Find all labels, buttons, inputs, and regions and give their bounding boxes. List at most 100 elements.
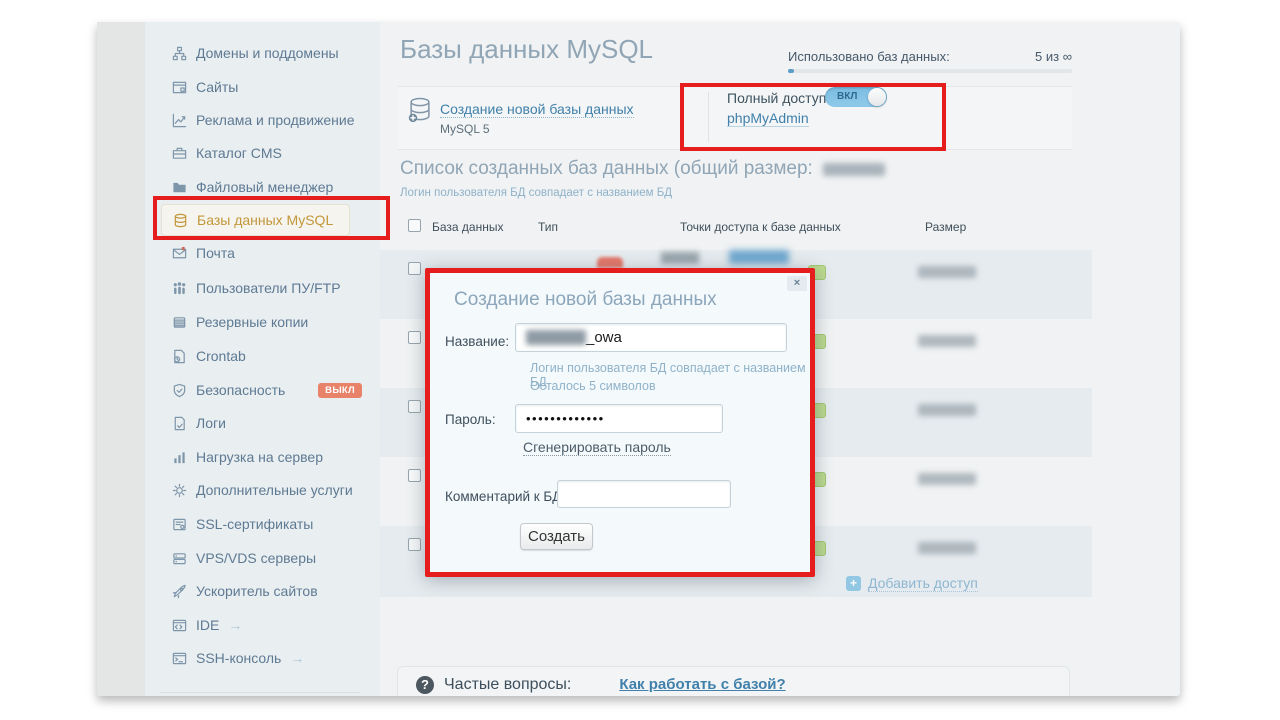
sidebar-item-domains[interactable]: Домены и поддомены [172, 40, 368, 66]
faq-panel: ? Частые вопросы: Как работать с базой? [397, 666, 1070, 696]
sidebar-item-backups[interactable]: Резервные копии [172, 309, 368, 335]
name-note-2: Осталось 5 символов [530, 379, 656, 393]
sidebar-item-label: Дополнительные услуги [196, 482, 353, 498]
blurred-db-size [918, 335, 976, 347]
shield-icon [172, 383, 196, 398]
create-button[interactable]: Создать [520, 523, 593, 550]
table-header-row: База данных Тип Точки доступа к базе дан… [380, 217, 1092, 243]
plus-icon: + [846, 576, 861, 591]
row-checkbox[interactable] [408, 400, 421, 413]
question-icon: ? [416, 676, 434, 694]
blurred-db-size [918, 266, 976, 278]
create-database-link[interactable]: Создание новой базы данных [440, 101, 634, 118]
mail-icon [172, 246, 196, 261]
comment-input[interactable] [557, 480, 731, 508]
bar-chart-icon [172, 450, 196, 465]
blurred-db-size [918, 542, 976, 554]
gear-icon [172, 483, 196, 498]
sidebar-item-label: Безопасность [196, 382, 285, 398]
password-masked-value: ••••••••••••• [526, 411, 605, 426]
password-input[interactable]: ••••••••••••• [515, 404, 723, 433]
create-database-modal: × Создание новой базы данных Название: _… [425, 268, 815, 577]
sidebar-item-label: VPS/VDS серверы [196, 550, 316, 566]
sidebar-item-label: Логи [196, 415, 226, 431]
external-arrow-icon: → [228, 617, 242, 633]
sidebar-item-security[interactable]: Безопасность ВЫКЛ [172, 377, 368, 403]
page-title: Базы данных MySQL [400, 34, 653, 65]
modal-title: Создание новой базы данных [454, 289, 717, 311]
comment-label: Комментарий к БД: [445, 489, 565, 504]
document-clock-icon [172, 349, 196, 364]
blurred-db-size [918, 473, 976, 485]
sidebar-item-label: Реклама и продвижение [196, 112, 355, 128]
faq-how-to-link[interactable]: Как работать с базой? [619, 676, 785, 693]
row-checkbox[interactable] [408, 331, 421, 344]
sidebar-item-crontab[interactable]: Crontab [172, 343, 368, 369]
browser-icon [172, 80, 196, 95]
column-header-size: Размер [925, 220, 966, 234]
control-panel-app: Домены и поддомены Сайты Реклама и продв… [97, 22, 1180, 696]
mysql-version-label: MySQL 5 [440, 122, 490, 136]
briefcase-icon [172, 146, 196, 161]
close-icon[interactable]: × [787, 276, 807, 291]
add-access-link[interactable]: + Добавить доступ [846, 575, 978, 592]
column-header-type: Тип [538, 220, 558, 234]
list-heading-text: Список созданных баз данных (общий разме… [400, 158, 813, 180]
blurred-db-size [918, 404, 976, 416]
select-all-checkbox[interactable] [408, 219, 421, 232]
sidebar-item-extra-services[interactable]: Дополнительные услуги [172, 477, 368, 503]
folder-icon [172, 180, 196, 195]
sidebar-item-label: Резервные копии [196, 314, 308, 330]
sidebar-item-file-manager[interactable]: Файловый менеджер [172, 174, 368, 200]
phpmyadmin-access-toggle[interactable]: вкл [825, 87, 887, 107]
generate-password-link[interactable]: Сгенерировать пароль [523, 439, 671, 456]
sidebar-item-label: Пользователи ПУ/FTP [196, 280, 341, 296]
panel-divider [708, 92, 709, 142]
sidebar-item-logs[interactable]: Логи [172, 410, 368, 436]
terminal-icon [172, 651, 196, 666]
sidebar-item-label: SSH-консоль [196, 650, 281, 666]
sidebar-item-mysql-databases[interactable]: Базы данных MySQL [161, 204, 350, 236]
sidebar-item-ssh-console[interactable]: SSH-консоль → [172, 645, 368, 671]
sidebar-divider [160, 692, 360, 693]
sidebar-item-label: Нагрузка на сервер [196, 449, 323, 465]
row-checkbox[interactable] [408, 538, 421, 551]
users-icon [172, 281, 196, 296]
sidebar-item-cms[interactable]: Каталог CMS [172, 140, 368, 166]
usage-progress-bar [788, 69, 1072, 73]
sitemap-icon [172, 46, 196, 61]
sidebar-item-label: Каталог CMS [196, 145, 282, 161]
phpmyadmin-link[interactable]: phpMyAdmin [727, 110, 809, 127]
sidebar-item-users-ftp[interactable]: Пользователи ПУ/FTP [172, 275, 368, 301]
sidebar-item-label: IDE [196, 617, 219, 633]
archive-icon [172, 315, 196, 330]
column-header-access-points: Точки доступа к базе данных [680, 220, 841, 234]
toggle-knob [868, 88, 886, 106]
sidebar-item-label: Ускоритель сайтов [196, 583, 318, 599]
sidebar-item-mail[interactable]: Почта [172, 240, 368, 266]
sidebar-item-ads[interactable]: Реклама и продвижение [172, 107, 368, 133]
sidebar-item-ide[interactable]: IDE → [172, 612, 368, 638]
sidebar-item-server-load[interactable]: Нагрузка на сервер [172, 444, 368, 470]
code-window-icon [172, 618, 196, 633]
sidebar-item-label: Сайты [196, 79, 238, 95]
database-add-icon [406, 96, 434, 129]
name-label: Название: [445, 334, 509, 349]
usage-progress-fill [788, 69, 794, 73]
blurred-db-name [661, 252, 699, 264]
name-value-suffix: _owa [586, 329, 622, 346]
sidebar-item-vps[interactable]: VPS/VDS серверы [172, 545, 368, 571]
column-header-database: База данных [432, 220, 503, 234]
sidebar-item-sites[interactable]: Сайты [172, 74, 368, 100]
sidebar-item-label: Базы данных MySQL [197, 212, 333, 228]
password-label: Пароль: [445, 412, 496, 427]
status-badge-off: ВЫКЛ [318, 383, 362, 398]
blurred-name-prefix [526, 330, 586, 345]
sidebar-item-ssl[interactable]: SSL-сертификаты [172, 511, 368, 537]
row-checkbox[interactable] [408, 262, 421, 275]
row-checkbox[interactable] [408, 469, 421, 482]
name-input[interactable]: _owa [515, 323, 787, 352]
document-check-icon [172, 416, 196, 431]
usage-label: Использовано баз данных: [788, 49, 950, 64]
sidebar-item-site-accelerator[interactable]: Ускоритель сайтов [172, 578, 368, 604]
